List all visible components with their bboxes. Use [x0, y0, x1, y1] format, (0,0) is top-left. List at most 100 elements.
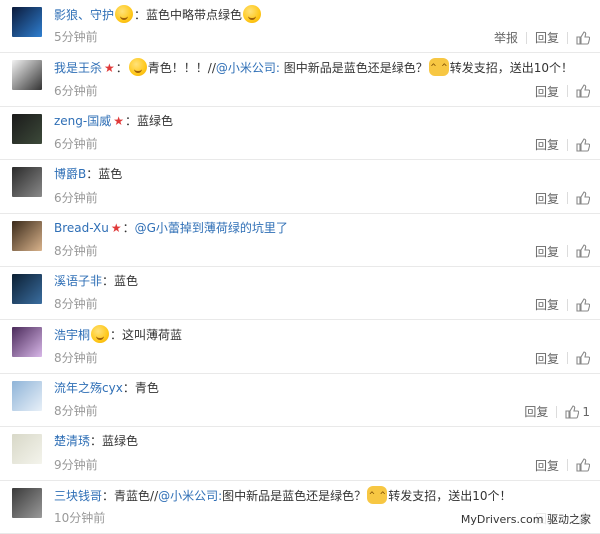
reply-button[interactable]: 回复: [516, 403, 556, 420]
avatar[interactable]: [12, 113, 42, 144]
comment-actions: 回复: [527, 83, 591, 100]
username-link[interactable]: zeng-国威: [54, 114, 111, 128]
avatar[interactable]: [12, 167, 42, 198]
comment-item: zeng-国威 ★：蓝绿色 6分钟前 回复: [0, 107, 600, 161]
avatar[interactable]: [12, 60, 42, 91]
comment-item: 楚清琇：蓝绿色 9分钟前 回复: [0, 427, 600, 481]
thumbs-up-icon[interactable]: [576, 244, 591, 259]
comment-actions: 回复 1: [516, 403, 590, 420]
comment-item: Bread-Xu ★：@G小蕾掉到薄荷绿的坑里了 8分钟前 回复: [0, 214, 600, 267]
username-link[interactable]: Bread-Xu: [54, 221, 109, 235]
comment-text-tail: 转发支招，送出10个！: [388, 488, 512, 503]
comment-line: zeng-国威 ★：蓝绿色: [54, 112, 590, 130]
reply-button[interactable]: 回复: [527, 457, 567, 474]
thumbs-up-icon[interactable]: [576, 458, 591, 472]
thumbs-up-icon[interactable]: [576, 298, 591, 312]
colon: ：: [122, 380, 135, 395]
divider: [567, 85, 568, 98]
comment-text: 蓝绿色: [102, 434, 139, 449]
cat-emoji-icon: [367, 485, 388, 505]
colon: ：: [115, 61, 128, 76]
avatar[interactable]: [12, 327, 42, 358]
comment-line: 流年之殇cyx：青色: [54, 379, 590, 397]
like-count: 1: [582, 404, 590, 419]
comment-line: 三块钱哥：青蓝色//@小米公司:图中新品是蓝色还是绿色？ 转发支招，送出10个！: [54, 485, 590, 505]
timestamp: 6分钟前: [54, 190, 98, 205]
comment-text: 青蓝色//: [114, 488, 159, 503]
divider: [567, 138, 568, 151]
mention-link[interactable]: @小米公司:: [216, 61, 280, 75]
thumbs-up-icon[interactable]: [576, 191, 591, 205]
comment-text: 青色！！！//: [147, 61, 216, 76]
comment-actions: 回复: [527, 350, 591, 367]
thumbs-up-icon[interactable]: [565, 405, 580, 419]
thumbs-up-icon[interactable]: [576, 31, 591, 45]
thumbs-up-icon[interactable]: [576, 351, 591, 365]
reply-button[interactable]: 回复: [527, 83, 567, 100]
username-link[interactable]: 影狼、守护: [54, 8, 114, 22]
username-link[interactable]: 流年之殇cyx: [54, 381, 123, 395]
colon: ：: [90, 434, 103, 449]
colon: ：: [125, 113, 138, 128]
reply-button[interactable]: 回复: [527, 29, 567, 46]
mention-link[interactable]: @小米公司:: [158, 489, 222, 503]
avatar[interactable]: [12, 487, 42, 518]
thumbs-up-icon[interactable]: [576, 138, 591, 152]
mention-link[interactable]: @G小蕾掉到薄荷绿的坑里了: [135, 221, 288, 235]
comment-actions: 回复: [527, 296, 591, 313]
vip-face-icon: [115, 5, 134, 23]
avatar[interactable]: [12, 7, 42, 37]
comment-actions: 回复: [527, 243, 591, 260]
username-link[interactable]: 博爵B: [54, 167, 86, 181]
vip-star-icon: ★: [110, 220, 122, 235]
colon: ：: [110, 328, 123, 343]
comment-item: 浩宇桐 ：这叫薄荷蓝 8分钟前 回复: [0, 320, 600, 374]
comment-text: 蓝色: [114, 273, 139, 288]
thumbs-up-icon[interactable]: [576, 84, 591, 98]
comment-text: 图中新品是蓝色还是绿色？: [222, 488, 367, 503]
avatar[interactable]: [12, 380, 42, 411]
vip-face-icon: [91, 325, 110, 344]
timestamp: 10分钟前: [54, 510, 106, 525]
reply-button[interactable]: 回复: [527, 190, 567, 207]
colon: ：: [102, 488, 115, 503]
comment-actions: 回复: [527, 190, 591, 207]
divider: [567, 352, 568, 365]
comment-item: 我是王杀★： 青色！！！//@小米公司: 图中新品是蓝色还是绿色？ 转发支招，送出1…: [0, 53, 600, 107]
reply-button[interactable]: 回复: [527, 136, 567, 153]
username-link[interactable]: 我是王杀: [54, 61, 102, 75]
vip-star-icon: ★: [104, 61, 115, 76]
reply-button[interactable]: 回复: [527, 243, 567, 260]
divider: [567, 245, 568, 258]
comment-actions: 回复: [527, 457, 591, 474]
timestamp: 6分钟前: [54, 137, 98, 152]
divider: [567, 31, 568, 44]
avatar[interactable]: [12, 273, 42, 304]
username-link[interactable]: 溪语子非: [54, 274, 102, 288]
timestamp: 8分钟前: [54, 350, 98, 365]
comment-text: 蓝色中略带点绿色: [146, 8, 243, 22]
timestamp: 9分钟前: [54, 457, 98, 472]
username-link[interactable]: 浩宇桐: [54, 328, 90, 342]
reply-button[interactable]: 回复: [527, 350, 567, 367]
comment-line: 我是王杀★： 青色！！！//@小米公司: 图中新品是蓝色还是绿色？ 转发支招，送出1…: [54, 58, 590, 77]
watermark: MyDrivers.com 驱动之家: [457, 510, 594, 528]
colon: ：: [102, 273, 115, 288]
comment-text: 这叫薄荷蓝: [122, 328, 183, 343]
comment-text: 青色: [134, 380, 159, 395]
avatar[interactable]: [12, 220, 42, 251]
username-link[interactable]: 三块钱哥: [54, 489, 102, 503]
divider: [556, 405, 558, 418]
comment-item: 流年之殇cyx：青色 8分钟前 回复 1: [0, 374, 600, 428]
comment-item: 博爵B：蓝色 6分钟前 回复: [0, 160, 600, 214]
comment-line: 楚清琇：蓝绿色: [54, 432, 590, 450]
comment-text: 蓝色: [98, 167, 123, 182]
comment-text-tail: 转发支招，送出10个！: [449, 61, 574, 76]
timestamp: 6分钟前: [54, 83, 98, 98]
avatar[interactable]: [12, 434, 42, 465]
report-button[interactable]: 举报: [486, 29, 526, 46]
comment-actions: 举报 回复: [486, 29, 591, 46]
username-link[interactable]: 楚清琇: [54, 434, 90, 448]
reply-button[interactable]: 回复: [527, 296, 567, 313]
divider: [567, 192, 568, 205]
